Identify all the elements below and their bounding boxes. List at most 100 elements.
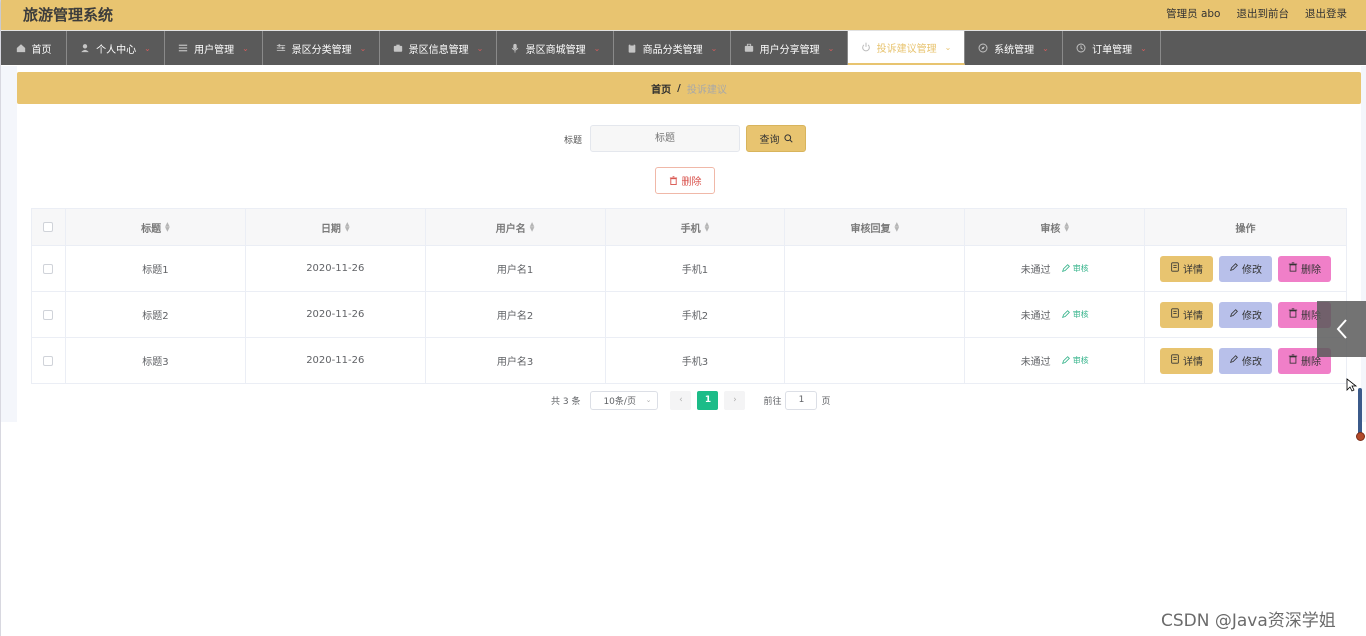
detail-button[interactable]: 详情: [1160, 347, 1214, 374]
search-button[interactable]: 查询: [746, 125, 806, 152]
nav-item-0[interactable]: 首页: [1, 31, 67, 65]
table-row: 标题2 2020-11-26 用户名2 手机2 未通过 审核 详情 修改 删除: [32, 292, 1347, 338]
table-header-row: 标题 ▲ ▼ 日期 ▲ ▼ 用户名 ▲ ▼ 手机 ▲ ▼ 审核回复 ▲ ▼ 审核 ▲ ▼ 操作: [32, 209, 1347, 246]
cell-date: 2020-11-26: [246, 292, 426, 337]
nav-item-label: 系统管理: [994, 44, 1035, 56]
user-icon: [80, 43, 91, 54]
sort-icon[interactable]: ▲ ▼: [530, 222, 535, 233]
back-to-front-link[interactable]: 退出到前台: [1237, 6, 1290, 21]
edit-button[interactable]: 修改: [1219, 255, 1273, 282]
detail-button[interactable]: 详情: [1160, 301, 1214, 328]
chevron-down-icon: ⌄: [242, 43, 249, 53]
cell-username: 用户名2: [426, 292, 606, 337]
top-header: 旅游管理系统 管理员 abo 退出到前台 退出登录: [1, 0, 1366, 30]
scroll-indicator-tube: [1358, 388, 1362, 436]
chevron-down-icon: ⌄: [645, 396, 652, 404]
search-title-input[interactable]: [590, 125, 740, 152]
nav-item-label: 商品分类管理: [642, 44, 703, 56]
mic-icon: [510, 43, 521, 54]
nav-item-5[interactable]: 景区商城管理 ⌄: [497, 31, 614, 65]
breadcrumb: 首页 / 投诉建议: [17, 72, 1361, 104]
nav-item-label: 景区商城管理: [525, 44, 586, 56]
col-header-username[interactable]: 用户名 ▲ ▼: [426, 209, 606, 245]
chevron-down-icon: ⌄: [359, 43, 367, 53]
col-header-audit[interactable]: 审核 ▲ ▼: [965, 209, 1146, 245]
sort-icon[interactable]: ▲ ▼: [165, 222, 170, 233]
select-all-checkbox[interactable]: [43, 222, 54, 232]
cell-title: 标题3: [66, 338, 246, 383]
row-select-cell: [32, 338, 66, 383]
nav-item-6[interactable]: 商品分类管理 ⌄: [614, 31, 731, 65]
nav-item-3[interactable]: 景区分类管理 ⌄: [263, 31, 380, 65]
col-header-title[interactable]: 标题 ▲ ▼: [66, 209, 246, 245]
trash-icon: [1288, 354, 1298, 367]
current-user-label: 管理员 abo: [1166, 8, 1221, 20]
row-actions: 详情 修改 删除: [1160, 255, 1332, 282]
watermark-text: CSDN @Java资深学姐: [1161, 611, 1336, 631]
goto-page-input[interactable]: [785, 390, 818, 410]
prev-page-button[interactable]: ‹: [670, 390, 692, 410]
chevron-down-icon: ⌄: [1042, 43, 1049, 53]
edit-button[interactable]: 修改: [1219, 347, 1273, 374]
row-select-cell: [32, 246, 66, 291]
list-icon: [178, 43, 189, 54]
sort-icon[interactable]: ▲ ▼: [705, 222, 710, 233]
detail-button[interactable]: 详情: [1160, 255, 1214, 282]
detail-button-label: 详情: [1183, 357, 1204, 368]
audit-link-label: 审核: [1072, 356, 1089, 365]
sliders-icon: [276, 43, 287, 54]
main-nav: 首页 个人中心 ⌄ 用户管理 ⌄ 景区分类管理 ⌄ 景区信息管理 ⌄ 景区商城管理 ⌄ 商品分类管理 ⌄…: [1, 31, 1366, 65]
nav-item-1[interactable]: 个人中心 ⌄: [67, 31, 165, 65]
chevron-down-icon: ⌄: [827, 43, 835, 53]
row-actions: 详情 修改 删除: [1160, 347, 1332, 374]
row-checkbox[interactable]: [43, 263, 54, 274]
sort-icon[interactable]: ▲ ▼: [345, 222, 350, 233]
goto-label: 前往: [763, 396, 782, 407]
edit-button-label: 修改: [1242, 311, 1263, 322]
cell-phone: 手机3: [606, 338, 786, 383]
nav-item-9[interactable]: 系统管理 ⌄: [965, 31, 1063, 65]
sort-icon[interactable]: ▲ ▼: [895, 222, 900, 233]
col-header-phone-label: 手机: [680, 223, 701, 235]
table-row: 标题3 2020-11-26 用户名3 手机3 未通过 审核 详情 修改 删除: [32, 338, 1347, 384]
delete-button[interactable]: 删除: [1278, 255, 1332, 282]
side-panel-toggle[interactable]: [1317, 301, 1366, 357]
nav-item-label: 订单管理: [1092, 44, 1133, 56]
sort-icon[interactable]: ▲ ▼: [1064, 222, 1069, 233]
scroll-indicator[interactable]: [1356, 388, 1365, 444]
col-header-title-label: 标题: [141, 223, 162, 235]
edit-button-label: 修改: [1242, 265, 1263, 276]
batch-delete-button[interactable]: 删除: [655, 167, 715, 194]
complaints-table: 标题 ▲ ▼ 日期 ▲ ▼ 用户名 ▲ ▼ 手机 ▲ ▼ 审核回复 ▲ ▼ 审核 ▲ ▼ 操作 标题1 2…: [31, 208, 1347, 384]
nav-item-4[interactable]: 景区信息管理 ⌄: [380, 31, 497, 65]
edit-button[interactable]: 修改: [1219, 301, 1273, 328]
audit-status: 未通过: [1020, 357, 1051, 368]
next-page-button[interactable]: ›: [724, 390, 746, 410]
col-header-reply[interactable]: 审核回复 ▲ ▼: [785, 209, 966, 245]
audit-status: 未通过: [1020, 265, 1051, 276]
nav-item-2[interactable]: 用户管理 ⌄: [165, 31, 263, 65]
breadcrumb-home[interactable]: 首页: [651, 81, 671, 96]
logout-link[interactable]: 退出登录: [1305, 6, 1347, 21]
audit-link-label: 审核: [1072, 264, 1089, 273]
nav-item-label: 首页: [31, 44, 52, 56]
search-button-label: 查询: [759, 135, 780, 146]
audit-link[interactable]: 审核: [1061, 355, 1089, 367]
nav-item-10[interactable]: 订单管理 ⌄: [1063, 31, 1161, 65]
col-header-phone[interactable]: 手机 ▲ ▼: [606, 209, 786, 245]
search-icon: [783, 134, 793, 143]
nav-item-8[interactable]: 投诉建议管理 ⌄: [848, 31, 965, 65]
col-header-date[interactable]: 日期 ▲ ▼: [246, 209, 426, 245]
row-checkbox[interactable]: [43, 355, 54, 366]
nav-item-label: 个人中心: [96, 44, 137, 56]
audit-link[interactable]: 审核: [1061, 309, 1089, 321]
left-gutter: [1, 66, 17, 422]
col-header-actions-label: 操作: [1235, 223, 1256, 235]
page-number-button[interactable]: 1: [697, 390, 719, 410]
page-size-select[interactable]: 10条/页 ⌄: [590, 390, 659, 410]
nav-item-7[interactable]: 用户分享管理 ⌄: [731, 31, 848, 65]
edit-button-label: 修改: [1242, 357, 1263, 368]
row-checkbox[interactable]: [43, 309, 54, 320]
audit-link[interactable]: 审核: [1061, 263, 1089, 275]
clipboard-icon: [627, 43, 638, 54]
